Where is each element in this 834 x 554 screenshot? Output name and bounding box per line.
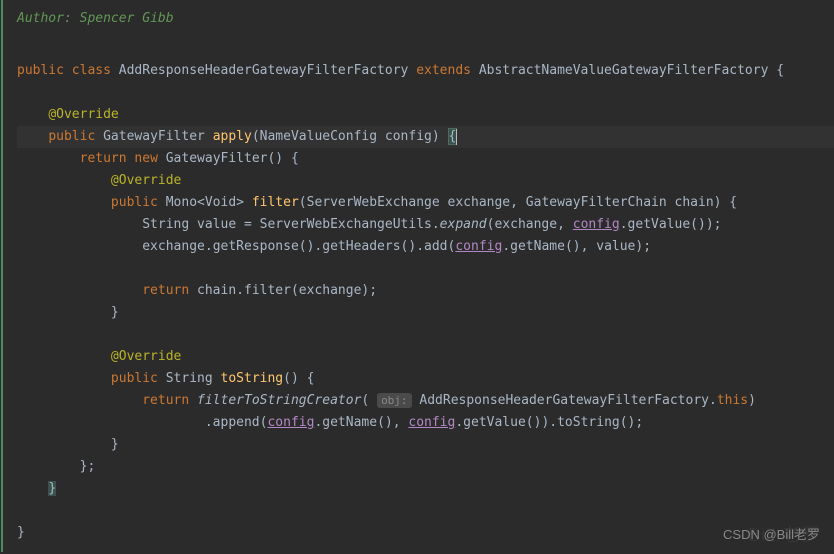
override-annotation: @Override	[111, 349, 181, 364]
annotation-line: @Override	[17, 346, 834, 368]
append-line: .append(config.getName(), config.getValu…	[17, 412, 834, 434]
keyword-new: new	[134, 151, 157, 166]
return-type: String	[166, 371, 213, 386]
method-apply-declaration: public GatewayFilter apply(NameValueConf…	[17, 126, 834, 148]
keyword-return: return	[80, 151, 127, 166]
param-exchange: exchange	[448, 195, 511, 210]
author-name: Spencer Gibb	[80, 11, 174, 26]
csdn-watermark: CSDN @Bill老罗	[723, 524, 820, 546]
method-add: add	[424, 239, 447, 254]
method-ftsc: filterToStringCreator	[197, 393, 361, 408]
arg-config: config	[573, 217, 620, 232]
keyword-return: return	[142, 393, 189, 408]
method-filter-declaration: public Mono<Void> filter(ServerWebExchan…	[17, 192, 834, 214]
return-type: GatewayFilter	[103, 129, 205, 144]
param-type: GatewayFilterChain	[526, 195, 667, 210]
var-exchange: exchange	[142, 239, 205, 254]
close-brace-semi: };	[17, 456, 834, 478]
override-annotation: @Override	[111, 173, 181, 188]
param-chain: chain	[675, 195, 714, 210]
annotation-line: @Override	[17, 170, 834, 192]
return-new-line: return new GatewayFilter() {	[17, 148, 834, 170]
keyword-this: this	[717, 393, 748, 408]
param-hint-badge: obj:	[377, 393, 412, 408]
method-filter: filter	[244, 283, 291, 298]
close-brace: }	[17, 302, 834, 324]
keyword-return: return	[142, 283, 189, 298]
method-filter: filter	[252, 195, 299, 210]
return-type: Mono<Void>	[166, 195, 244, 210]
string-value-line: String value = ServerWebExchangeUtils.ex…	[17, 214, 834, 236]
method-append: append	[213, 415, 260, 430]
close-brace: }	[17, 434, 834, 456]
add-header-line: exchange.getResponse().getHeaders().add(…	[17, 236, 834, 258]
close-brace: }	[17, 478, 834, 500]
method-getvalue: getValue	[628, 217, 691, 232]
var-value: value	[197, 217, 236, 232]
code-editor[interactable]: Author: Spencer Gibb public class AddRes…	[1, 0, 834, 552]
override-annotation: @Override	[48, 107, 118, 122]
method-getvalue: getValue	[463, 415, 526, 430]
method-getname: getName	[510, 239, 565, 254]
code-line	[17, 258, 834, 280]
keyword-public: public	[17, 63, 64, 78]
return-ftsc-line: return filterToStringCreator( obj: AddRe…	[17, 390, 834, 412]
arg-config: config	[408, 415, 455, 430]
class-declaration: public class AddResponseHeaderGatewayFil…	[17, 60, 834, 82]
annotation-line: @Override	[17, 104, 834, 126]
code-line	[17, 82, 834, 104]
method-tostring-declaration: public String toString() {	[17, 368, 834, 390]
keyword-extends: extends	[416, 63, 471, 78]
close-brace: }	[17, 522, 834, 544]
method-tostring: toString	[557, 415, 620, 430]
method-tostring: toString	[221, 371, 284, 386]
arg-exchange: exchange	[494, 217, 557, 232]
keyword-class: class	[72, 63, 111, 78]
method-getheaders: getHeaders	[322, 239, 400, 254]
method-getname: getName	[322, 415, 377, 430]
arg-value: value	[596, 239, 635, 254]
param-type: ServerWebExchange	[307, 195, 440, 210]
utils-class: ServerWebExchangeUtils	[260, 217, 432, 232]
method-apply: apply	[213, 129, 252, 144]
method-getresponse: getResponse	[213, 239, 299, 254]
type-string: String	[142, 217, 189, 232]
superclass: AbstractNameValueGatewayFilterFactory	[479, 63, 769, 78]
code-line	[17, 500, 834, 522]
param-config: config	[385, 129, 432, 144]
keyword-public: public	[48, 129, 95, 144]
author-label: Author:	[17, 11, 80, 26]
param-type: NameValueConfig	[260, 129, 377, 144]
arg-config: config	[267, 415, 314, 430]
method-expand: expand	[440, 217, 487, 232]
code-line	[17, 38, 834, 60]
keyword-public: public	[111, 371, 158, 386]
var-chain: chain	[197, 283, 236, 298]
class-name: AddResponseHeaderGatewayFilterFactory	[119, 63, 409, 78]
arg-config: config	[455, 239, 502, 254]
enclosing-class: AddResponseHeaderGatewayFilterFactory	[419, 393, 709, 408]
return-chain-line: return chain.filter(exchange);	[17, 280, 834, 302]
code-line	[17, 324, 834, 346]
arg-exchange: exchange	[299, 283, 362, 298]
keyword-public: public	[111, 195, 158, 210]
type-gatewayfilter: GatewayFilter	[166, 151, 268, 166]
author-comment: Author: Spencer Gibb	[17, 8, 834, 38]
text-cursor	[456, 129, 457, 145]
